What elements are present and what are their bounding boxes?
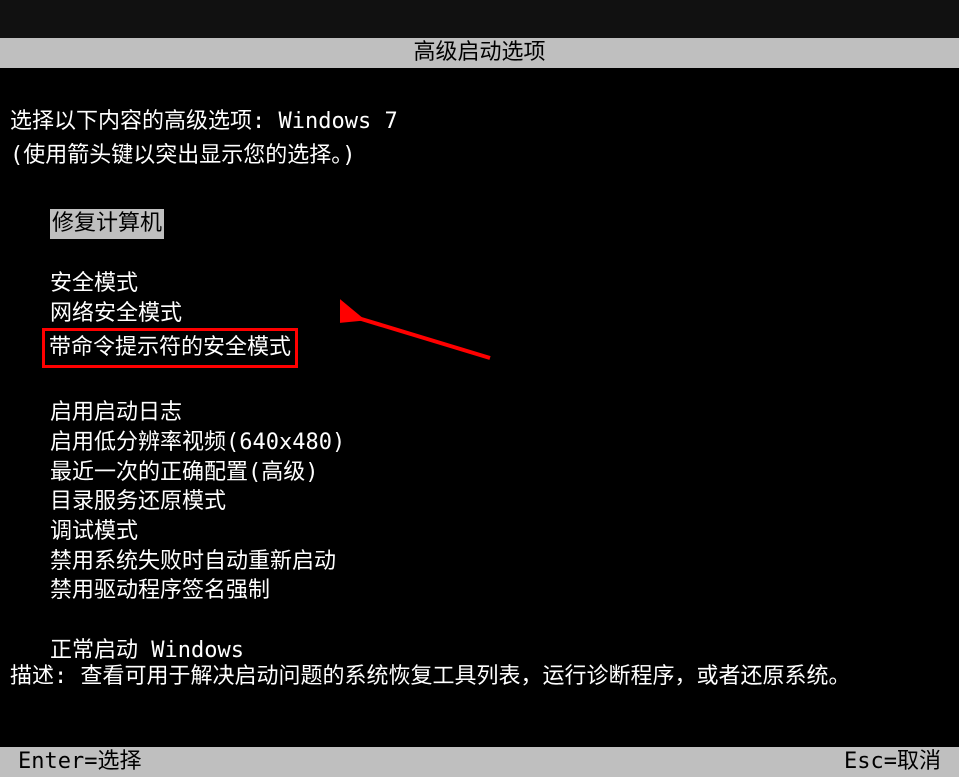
footer-esc: Esc=取消 [844,749,941,775]
prompt-line: 选择以下内容的高级选项: Windows 7 [10,103,949,135]
menu-item-no-driver-sig[interactable]: 禁用驱动程序签名强制 [50,576,949,606]
menu-item-repair[interactable]: 修复计算机 [50,209,949,239]
menu-item-safe-mode-cmd[interactable]: 带命令提示符的安全模式 [50,328,949,368]
menu-item-boot-log[interactable]: 启用启动日志 [50,398,949,428]
description-label: 描述: [10,664,81,689]
prompt-prefix: 选择以下内容的高级选项: [10,109,279,134]
menu-item-safe-mode-network[interactable]: 网络安全模式 [50,299,949,329]
description-line: 描述: 查看可用于解决启动问题的系统恢复工具列表，运行诊断程序，或者还原系统。 [10,658,851,690]
menu-item-ds-restore[interactable]: 目录服务还原模式 [50,487,949,517]
footer-bar: Enter=选择 Esc=取消 [0,747,959,777]
os-name: Windows 7 [279,109,398,134]
menu-item-low-res[interactable]: 启用低分辨率视频(640x480) [50,428,949,458]
menu-item-debug[interactable]: 调试模式 [50,517,949,547]
footer-enter: Enter=选择 [18,749,141,775]
page-title: 高级启动选项 [413,40,545,65]
menu-item-safe-mode[interactable]: 安全模式 [50,269,949,299]
content-area: 选择以下内容的高级选项: Windows 7 (使用箭头键以突出显示您的选择。)… [0,68,959,665]
title-bar: 高级启动选项 [0,38,959,68]
description-text: 查看可用于解决启动问题的系统恢复工具列表，运行诊断程序，或者还原系统。 [81,664,851,689]
menu-item-no-restart[interactable]: 禁用系统失败时自动重新启动 [50,547,949,577]
menu-item-last-known[interactable]: 最近一次的正确配置(高级) [50,458,949,488]
menu-item-repair-label: 修复计算机 [50,209,164,239]
menu-item-safe-mode-cmd-label: 带命令提示符的安全模式 [49,335,291,360]
highlight-box: 带命令提示符的安全模式 [42,328,298,368]
boot-menu[interactable]: 修复计算机 安全模式 网络安全模式 带命令提示符的安全模式 启用启动日志 启用低… [10,209,949,665]
hint-line: (使用箭头键以突出显示您的选择。) [10,137,949,169]
